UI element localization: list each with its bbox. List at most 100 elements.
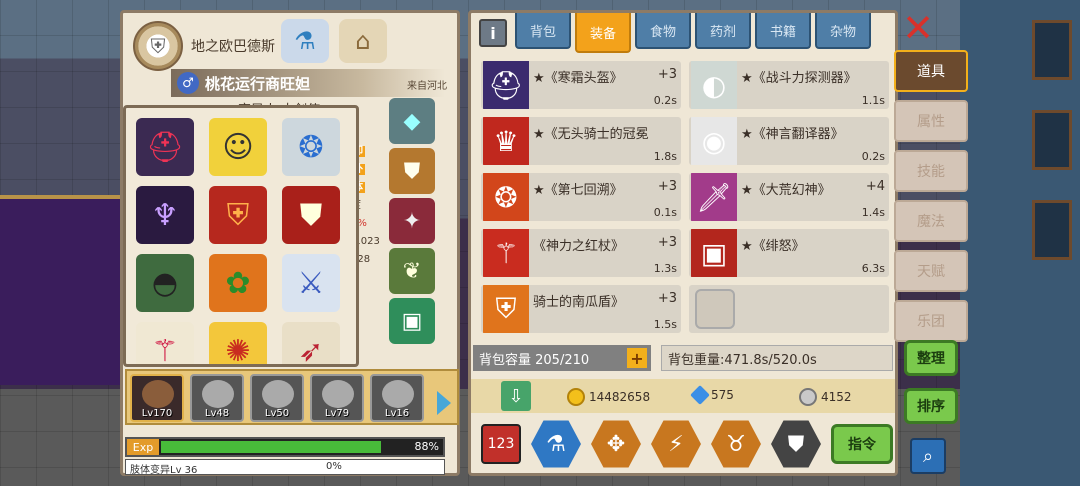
spear-icon[interactable]: ➶ (282, 322, 340, 364)
party-member[interactable]: Lv48 (190, 374, 244, 422)
item-name: ★《绯怒》 (741, 239, 805, 254)
currency-row: ⇩ 14482658 575 4152 (471, 379, 895, 413)
inventory-item[interactable]: ⚚ 《神力之红杖》 +3 1.3s (481, 229, 681, 277)
armor-skill-icon[interactable]: ⛊ (771, 420, 821, 468)
red-cloak-icon[interactable]: ⛨ (209, 186, 267, 244)
helmet-icon: ⛑ (483, 61, 529, 109)
title-emblem-icon[interactable]: ⛨ (133, 21, 183, 71)
purple-carpet (0, 195, 120, 385)
download-icon[interactable]: ⇩ (501, 381, 531, 411)
winged-boot-icon[interactable]: ❦ (389, 248, 435, 294)
gem-device-icon[interactable]: ▣ (389, 298, 435, 344)
flask-skill-icon[interactable]: ⚗ (531, 420, 581, 468)
sword-icon[interactable]: ⚔ (282, 254, 340, 312)
side-menu: 道具 属性 技能 魔法 天赋 乐团 (894, 50, 970, 350)
smiley-block-icon[interactable]: ☺ (209, 118, 267, 176)
top-icon-group: ⚗ ⌂ (281, 19, 387, 63)
party-member[interactable]: Lv16 (370, 374, 424, 422)
torch-icon[interactable]: ✺ (209, 322, 267, 364)
side-tab-magic[interactable]: 魔法 (894, 200, 968, 242)
empty-item-slot[interactable] (689, 285, 889, 333)
party-level: Lv16 (384, 408, 410, 419)
bull-skill-icon[interactable]: ♉ (711, 420, 761, 468)
avatar (202, 380, 234, 408)
staff-icon[interactable]: ⚚ (136, 322, 194, 364)
window-decor (1032, 200, 1072, 260)
inventory-item[interactable]: ◐ ★《战斗力探测器》 1.1s (689, 61, 889, 109)
item-weight: 1.3s (653, 262, 677, 275)
side-tab-items[interactable]: 道具 (894, 50, 968, 92)
character-title: 地之欧巴德斯 (191, 39, 275, 55)
silver-coin-icon (799, 388, 817, 406)
gold-coin-icon (567, 388, 585, 406)
pumpkin-icon[interactable]: ✿ (209, 254, 267, 312)
item-level: +3 (657, 179, 677, 194)
sort-button[interactable]: 排序 (904, 388, 958, 424)
right-wall (960, 0, 1080, 486)
party-member[interactable]: Lv50 (250, 374, 304, 422)
item-level: +4 (865, 179, 885, 194)
item-name: ★《无头骑士的冠冕 (533, 127, 649, 142)
party-next-arrow-icon[interactable] (437, 391, 451, 415)
expand-capacity-button[interactable]: + (627, 348, 647, 368)
diamond-currency: 575 (690, 385, 734, 405)
gauntlet-icon[interactable]: ✦ (389, 198, 435, 244)
crown-icon: ♛ (483, 117, 529, 165)
silver-currency: 4152 (799, 388, 852, 406)
window-decor (1032, 110, 1072, 170)
inventory-item[interactable]: ⛨ 骑士的南瓜盾》 +3 1.5s (481, 285, 681, 333)
necklace-icon: ❂ (483, 173, 529, 221)
armor-icon[interactable]: ⛊ (389, 148, 435, 194)
chest-icon: ▣ (691, 229, 737, 277)
side-tab-band[interactable]: 乐团 (894, 300, 968, 342)
side-tab-skills[interactable]: 技能 (894, 150, 968, 192)
inventory-item[interactable]: ⛑ ★《寒霜头盔》 +3 0.2s (481, 61, 681, 109)
tab-equipment[interactable]: 装备 (575, 13, 631, 53)
inventory-item[interactable]: ▣ ★《绯怒》 6.3s (689, 229, 889, 277)
bag-capacity: 背包容量 205/210 + (473, 345, 651, 371)
green-hood-icon[interactable]: ◓ (136, 254, 194, 312)
inventory-item[interactable]: ❂ ★《第七回溯》 +3 0.1s (481, 173, 681, 221)
item-name: ★《大荒幻神》 (741, 183, 831, 198)
party-member[interactable]: Lv79 (310, 374, 364, 422)
red-armor-icon[interactable]: ⛊ (282, 186, 340, 244)
dark-wing-icon[interactable]: ♆ (136, 186, 194, 244)
command-button[interactable]: 指令 (831, 424, 893, 464)
side-tab-talent[interactable]: 天赋 (894, 250, 968, 292)
item-weight: 6.3s (861, 262, 885, 275)
item-name: ★《第七回溯》 (533, 183, 623, 198)
inventory-item[interactable]: ◉ ★《神言翻译器》 0.2s (689, 117, 889, 165)
exp-label: Exp (127, 439, 159, 455)
number-order-icon[interactable]: 123 (481, 424, 521, 464)
tab-potion[interactable]: 药剂 (695, 13, 751, 49)
search-icon[interactable]: ⌕ (910, 438, 946, 474)
item-level: +3 (657, 235, 677, 250)
claw-skill-icon[interactable]: ⚡ (651, 420, 701, 468)
gender-icon: ♂ (177, 72, 199, 94)
close-icon[interactable]: ✕ (900, 9, 936, 47)
side-tab-attributes[interactable]: 属性 (894, 100, 968, 142)
avatar (322, 380, 354, 408)
silver-necklace-icon[interactable]: ❂ (282, 118, 340, 176)
party-member[interactable]: Lv170 (130, 374, 184, 422)
info-icon[interactable]: i (479, 19, 507, 47)
shuriken-skill-icon[interactable]: ✥ (591, 420, 641, 468)
character-name: 桃花运行商旺妲 (205, 74, 311, 93)
hanger-icon[interactable]: ⌂ (339, 19, 387, 63)
amulet-icon[interactable]: ◆ (389, 98, 435, 144)
inventory-item[interactable]: ♛ ★《无头骑士的冠冕 1.8s (481, 117, 681, 165)
item-weight: 0.1s (653, 206, 677, 219)
potion-flask-icon[interactable]: ⚗ (281, 19, 329, 63)
tab-food[interactable]: 食物 (635, 13, 691, 49)
item-name: 《神力之红杖》 (533, 239, 625, 254)
organize-button[interactable]: 整理 (904, 340, 958, 376)
tab-bag[interactable]: 背包 (515, 13, 571, 49)
dark-helmet-icon[interactable]: ⛑ (136, 118, 194, 176)
item-weight: 1.5s (653, 318, 677, 331)
tab-books[interactable]: 书籍 (755, 13, 811, 49)
inventory-item[interactable]: 🗡 ★《大荒幻神》 +4 1.4s (689, 173, 889, 221)
exp-fill (161, 441, 381, 453)
name-bar: ♂ 桃花运行商旺妲 (171, 69, 445, 97)
tab-misc[interactable]: 杂物 (815, 13, 871, 49)
party-level: Lv48 (204, 408, 230, 419)
